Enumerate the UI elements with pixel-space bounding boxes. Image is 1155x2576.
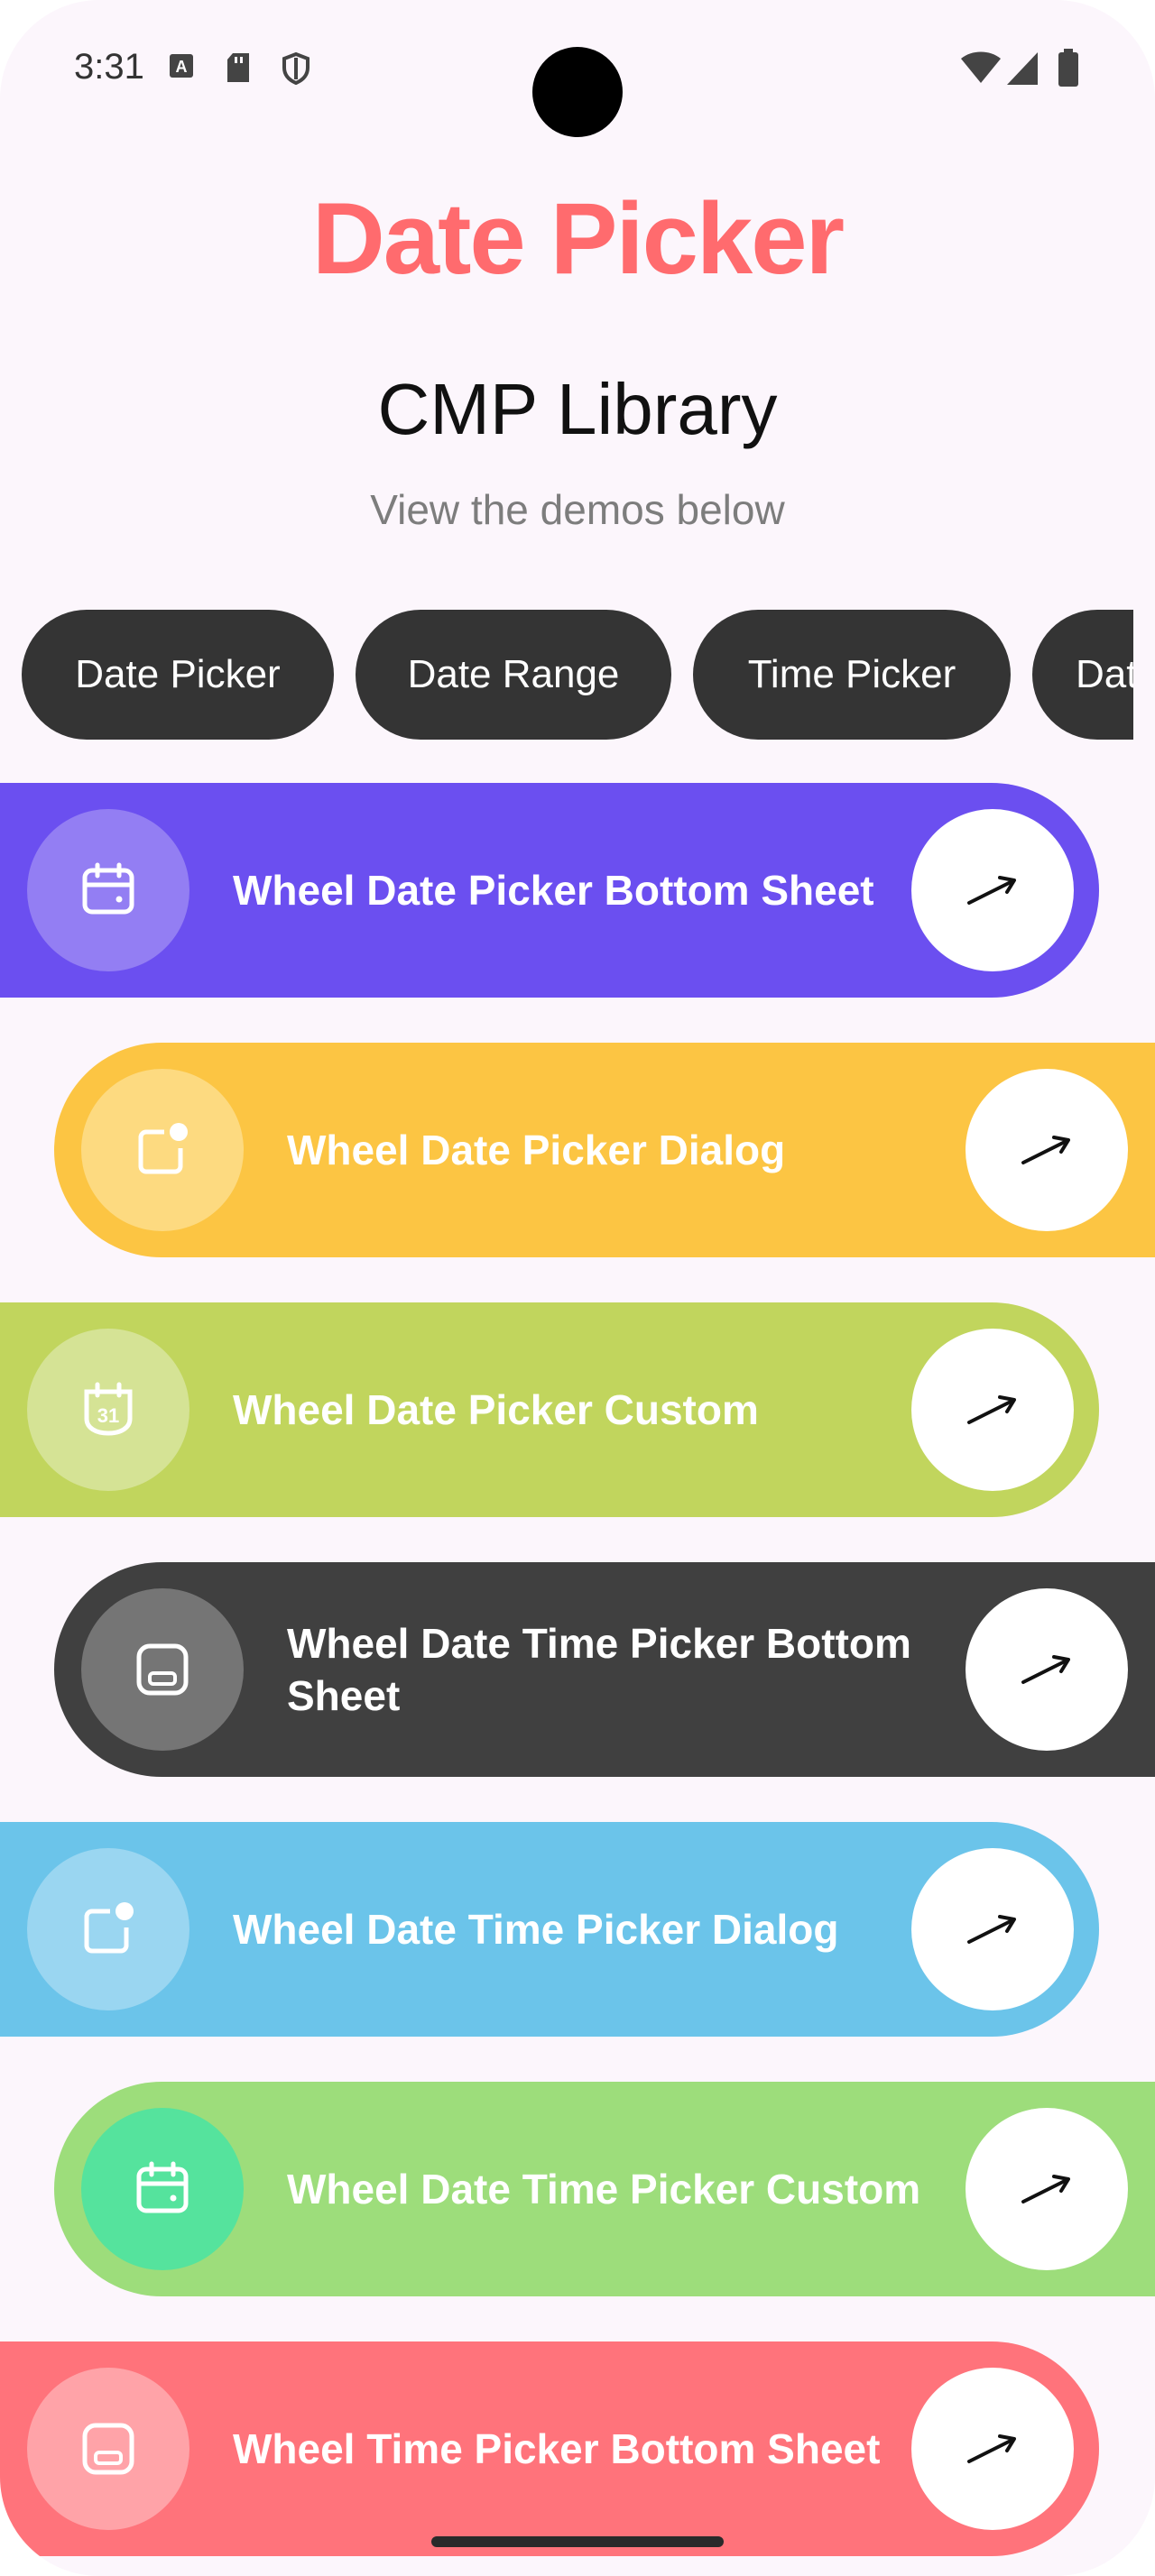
demo-card-wheel-date-picker-custom[interactable]: 31 Wheel Date Picker Custom (0, 1302, 1099, 1517)
calendar-icon (27, 809, 189, 971)
demo-card-wheel-date-time-picker-custom[interactable]: Wheel Date Time Picker Custom (54, 2082, 1155, 2296)
demo-card-wheel-date-picker-dialog[interactable]: Wheel Date Picker Dialog (54, 1043, 1155, 1257)
status-bar: 3:31 A (0, 0, 1155, 144)
battery-icon (1058, 49, 1079, 91)
arrow-up-right-icon[interactable] (966, 1588, 1128, 1751)
a-badge-icon: A (168, 52, 195, 84)
card-label: Wheel Date Time Picker Custom (287, 2166, 921, 2213)
page-title: Date Picker (311, 182, 845, 295)
shield-icon (282, 51, 310, 89)
front-camera (532, 47, 623, 137)
demo-card-wheel-date-time-picker-dialog[interactable]: Wheel Date Time Picker Dialog (0, 1822, 1099, 2037)
arrow-up-right-icon[interactable] (911, 809, 1074, 971)
card-label: Wheel Date Time Picker Dialog (233, 1906, 839, 1953)
card-label: Wheel Date Picker Dialog (287, 1127, 786, 1173)
sd-card-icon (226, 52, 251, 87)
dialog-icon (27, 1848, 189, 2010)
arrow-up-right-icon[interactable] (966, 1069, 1128, 1231)
arrow-up-right-icon[interactable] (911, 2368, 1074, 2530)
chip-time-picker[interactable]: Time Picker (693, 610, 1011, 740)
arrow-up-right-icon[interactable] (966, 2108, 1128, 2270)
demo-card-wheel-date-picker-bottom-sheet[interactable]: Wheel Date Picker Bottom Sheet (0, 783, 1099, 998)
calendar-icon (81, 2108, 244, 2270)
wifi-icon (960, 51, 1002, 89)
demo-card-wheel-time-picker-bottom-sheet[interactable]: Wheel Time Picker Bottom Sheet (0, 2341, 1099, 2556)
card-label: Wheel Date Picker Bottom Sheet (233, 867, 874, 914)
card-label: Wheel Date Time Picker Bottom Sheet (287, 1620, 911, 1719)
svg-text:31: 31 (97, 1404, 119, 1427)
calendar-31-icon: 31 (27, 1329, 189, 1491)
svg-text:A: A (176, 58, 188, 76)
gesture-nav-handle[interactable] (431, 2536, 724, 2547)
card-label: Wheel Time Picker Bottom Sheet (233, 2425, 881, 2472)
app-screen: 3:31 A Date Picker CMP Library View the … (0, 0, 1155, 2576)
dialog-icon (81, 1069, 244, 1231)
signal-icon (1005, 51, 1040, 91)
demo-card-wheel-date-time-picker-bottom-sheet[interactable]: Wheel Date Time Picker Bottom Sheet (54, 1562, 1155, 1777)
chip-date-time[interactable]: Dat (1032, 610, 1133, 740)
bottom-sheet-icon (81, 1588, 244, 1751)
arrow-up-right-icon[interactable] (911, 1848, 1074, 2010)
bottom-sheet-icon (27, 2368, 189, 2530)
page-tagline: View the demos below (370, 486, 785, 533)
chip-date-range[interactable]: Date Range (356, 610, 671, 740)
status-time: 3:31 (74, 47, 144, 87)
card-label: Wheel Date Picker Custom (233, 1386, 759, 1433)
arrow-up-right-icon[interactable] (911, 1329, 1074, 1491)
page-subtitle: CMP Library (377, 369, 778, 449)
category-chip-row[interactable]: Date Picker Date Range Time Picker Dat (0, 610, 1133, 740)
chip-date-picker[interactable]: Date Picker (22, 610, 334, 740)
